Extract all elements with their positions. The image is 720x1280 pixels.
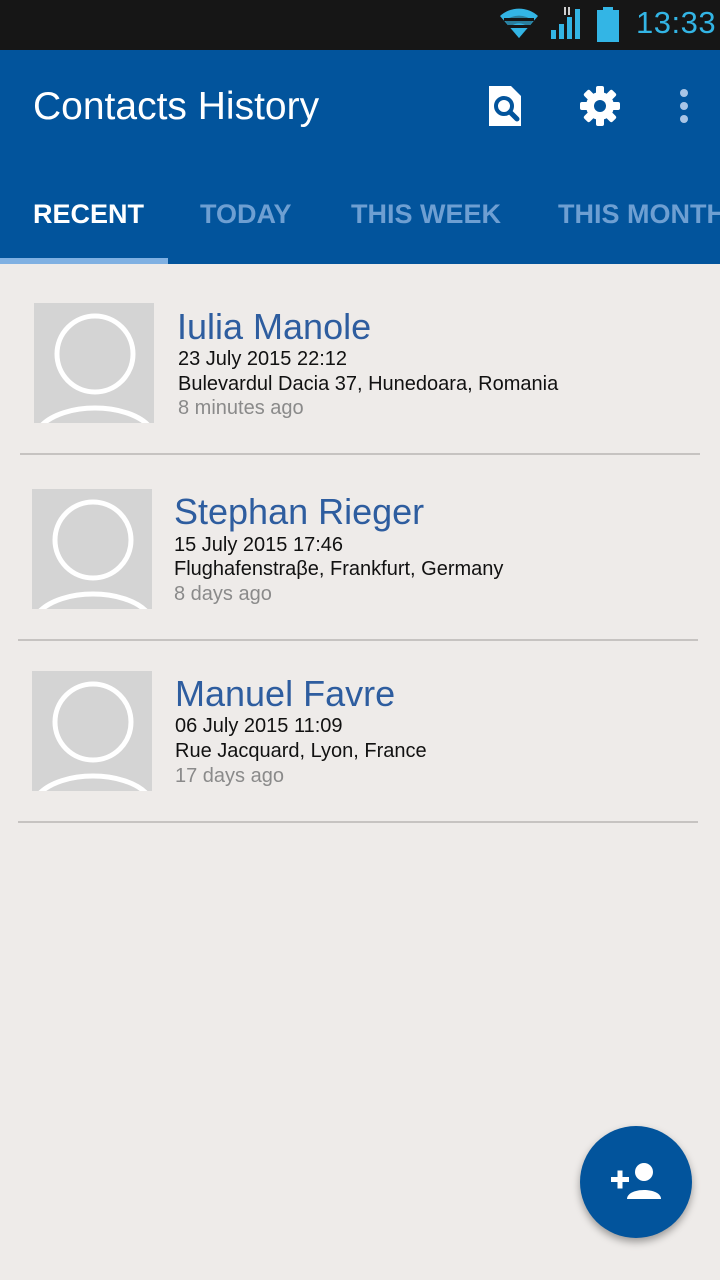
battery-icon: [597, 7, 619, 42]
contact-location: Flughafenstraβe, Frankfurt, Germany: [174, 558, 504, 580]
avatar: [32, 671, 152, 791]
app-bar: Contacts History RECENT TODAY THIS WEEK …: [0, 50, 720, 264]
contact-time-ago: 8 minutes ago: [178, 397, 304, 419]
avatar: [34, 303, 154, 423]
tab-this-week[interactable]: THIS WEEK: [351, 178, 501, 264]
contact-location: Rue Jacquard, Lyon, France: [175, 740, 427, 762]
divider: [18, 821, 698, 823]
avatar: [32, 489, 152, 609]
contact-name: Manuel Favre: [175, 673, 396, 714]
tab-recent[interactable]: RECENT: [33, 178, 144, 264]
contact-date: 15 July 2015 17:46: [174, 534, 344, 556]
person-placeholder-icon: [40, 313, 150, 423]
contact-name: Iulia Manole: [177, 306, 372, 347]
contact-time-ago: 8 days ago: [174, 583, 272, 605]
search-document-icon[interactable]: [483, 84, 527, 128]
person-placeholder-icon: [38, 499, 148, 609]
person-placeholder-icon: [38, 681, 148, 791]
contact-time-ago: 17 days ago: [175, 765, 284, 787]
tab-today[interactable]: TODAY: [200, 178, 292, 264]
page-title: Contacts History: [33, 85, 320, 128]
contact-name: Stephan Rieger: [174, 491, 425, 532]
status-clock: 13:33: [636, 5, 717, 40]
signal-icon: [551, 7, 580, 39]
status-bar: 13:33: [0, 0, 720, 50]
gear-icon[interactable]: [578, 84, 622, 128]
tab-this-month[interactable]: THIS MONTH: [558, 178, 720, 264]
list-item[interactable]: Stephan Rieger 15 July 2015 17:46 Flugha…: [0, 450, 720, 630]
contact-date: 23 July 2015 22:12: [178, 348, 348, 370]
contact-date: 06 July 2015 11:09: [175, 715, 343, 737]
contact-location: Bulevardul Dacia 37, Hunedoara, Romania: [178, 373, 559, 395]
list-item[interactable]: Iulia Manole 23 July 2015 22:12 Bulevard…: [0, 264, 720, 444]
add-contact-button[interactable]: [580, 1126, 692, 1238]
add-person-icon: [611, 1163, 661, 1199]
wifi-icon: [500, 8, 538, 38]
tab-bar: RECENT TODAY THIS WEEK THIS MONTH: [0, 178, 720, 264]
more-vert-icon[interactable]: [674, 88, 694, 128]
list-item[interactable]: Manuel Favre 06 July 2015 11:09 Rue Jacq…: [0, 632, 720, 812]
